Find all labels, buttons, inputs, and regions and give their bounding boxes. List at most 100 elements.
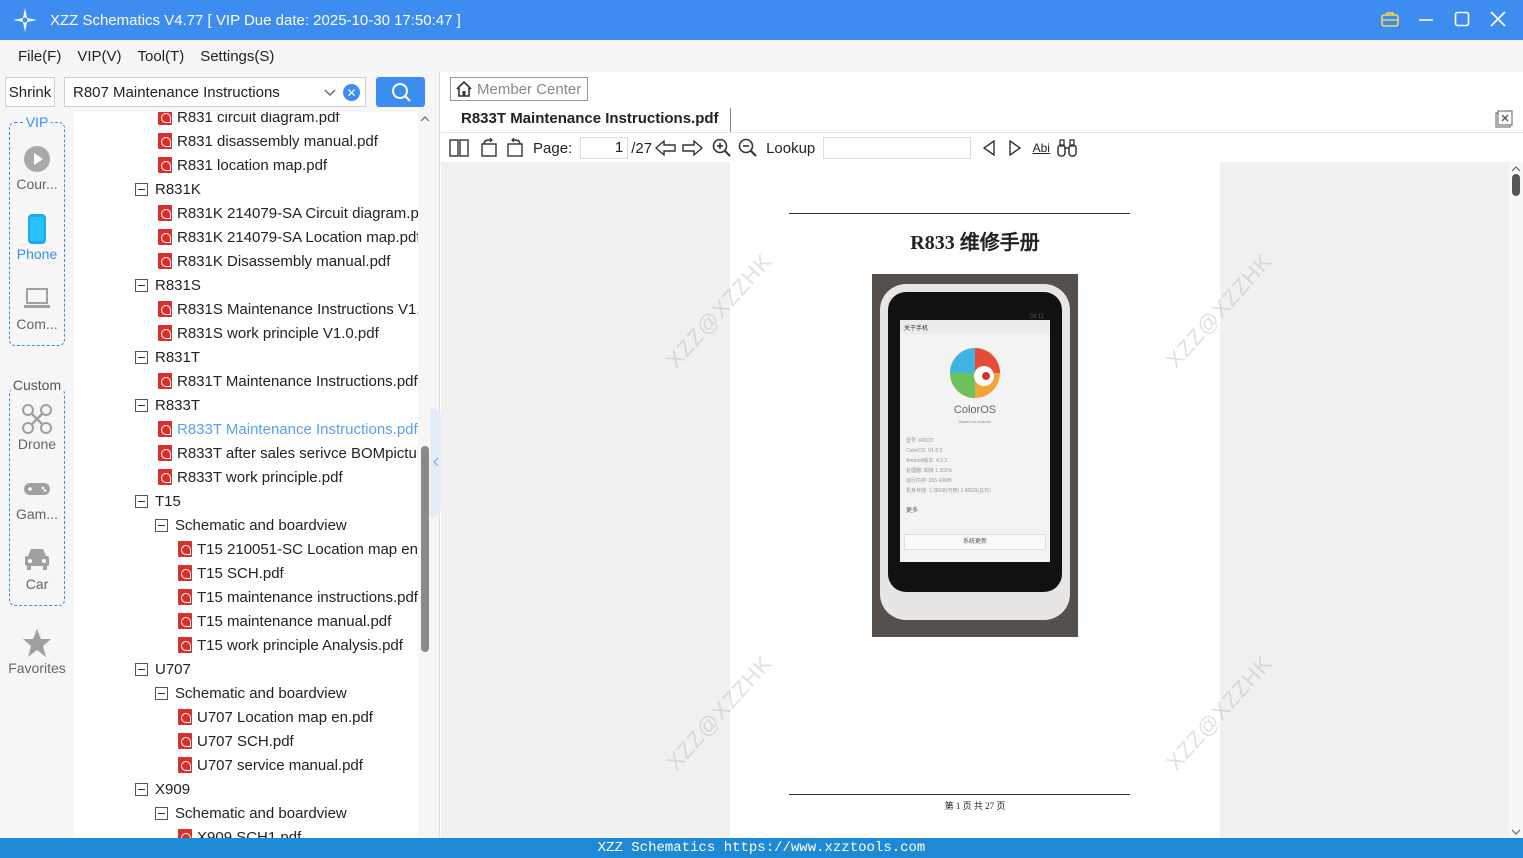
tree-folder[interactable]: R831S (135, 273, 201, 297)
tree-folder[interactable]: R831K (135, 177, 201, 201)
collapse-icon[interactable] (135, 662, 148, 676)
tree-label: T15 work principle Analysis.pdf (197, 636, 403, 654)
zoom-in-icon[interactable] (710, 136, 734, 160)
sidebar-item-game[interactable]: Gam... (0, 474, 74, 522)
screen-more: 更多 (906, 508, 919, 514)
tree-file[interactable]: R833T work principle.pdf (158, 465, 343, 489)
member-center-label: Member Center (477, 80, 582, 98)
tree-file[interactable]: T15 SCH.pdf (178, 561, 284, 585)
tree-file[interactable]: T15 maintenance manual.pdf (178, 609, 391, 633)
tree-file[interactable]: U707 SCH.pdf (178, 729, 294, 753)
pdf-file-icon (158, 205, 172, 221)
tree-file[interactable]: R831K 214079-SA Location map.pdf (158, 225, 418, 249)
pdf-file-icon (178, 637, 192, 653)
tree-folder[interactable]: R831T (135, 345, 200, 369)
tree-file[interactable]: R833T Maintenance Instructions.pdf (158, 417, 418, 441)
member-center-button[interactable]: Member Center (450, 77, 588, 101)
page-number-input[interactable]: 1 (580, 137, 629, 159)
tree-scroll-thumb[interactable] (421, 446, 429, 652)
tree-folder[interactable]: Schematic and boardview (155, 681, 347, 705)
tree-folder[interactable]: X909 (135, 777, 190, 801)
menu-settings[interactable]: Settings(S) (200, 48, 274, 65)
tree-file[interactable]: R831 circuit diagram.pdf (158, 112, 340, 129)
collapse-icon[interactable] (135, 782, 148, 796)
vip-bag-icon[interactable] (1379, 8, 1401, 30)
tree-file[interactable]: R831 disassembly manual.pdf (158, 129, 378, 153)
collapse-icon[interactable] (135, 494, 148, 508)
menu-file[interactable]: File(F) (18, 48, 61, 65)
rotate-right-icon[interactable] (503, 136, 527, 160)
pdf-viewer[interactable]: R833 维修手册 关于手机 08:11 ColorOS Based on An… (441, 162, 1523, 838)
minimize-button[interactable] (1415, 8, 1437, 30)
car-icon (25, 549, 49, 570)
clear-search-icon[interactable]: ✕ (343, 84, 360, 101)
tree-file[interactable]: R831S Maintenance Instructions V1.: (158, 297, 418, 321)
maximize-button[interactable] (1451, 8, 1473, 30)
chevron-down-icon[interactable] (323, 85, 337, 99)
tree-file[interactable]: R833T after sales serivce BOMpicture (158, 441, 418, 465)
sidebar-item-phone[interactable]: Phone (0, 214, 74, 262)
tree-file[interactable]: R831S work principle V1.0.pdf (158, 321, 379, 345)
tree-folder[interactable]: U707 (135, 657, 191, 681)
tree-label: R833T Maintenance Instructions.pdf (177, 420, 418, 438)
sidebar-item-courses[interactable]: Cour... (0, 144, 74, 192)
viewer-scroll-thumb[interactable] (1512, 174, 1520, 196)
close-tab-icon[interactable] (1495, 110, 1513, 128)
tree-label: R833T after sales serivce BOMpicture (177, 444, 418, 462)
viewer-scrollbar[interactable] (1509, 162, 1523, 838)
find-previous-icon[interactable] (977, 136, 1001, 160)
find-next-icon[interactable] (1003, 136, 1027, 160)
prev-page-arrow-icon[interactable] (654, 136, 678, 160)
tree-folder[interactable]: T15 (135, 489, 181, 513)
collapse-icon[interactable] (135, 350, 148, 364)
tree-file[interactable]: T15 maintenance instructions.pdf (178, 585, 418, 609)
tree-file[interactable]: U707 Location map en.pdf (178, 705, 373, 729)
search-input[interactable]: R807 Maintenance Instructions (73, 84, 280, 101)
search-button[interactable] (376, 77, 425, 107)
tree-file[interactable]: X909 SCH1.pdf (178, 825, 301, 838)
tree-file[interactable]: R831K 214079-SA Circuit diagram.pc (158, 201, 418, 225)
tree-file[interactable]: R831 location map.pdf (158, 153, 327, 177)
search-combobox[interactable]: R807 Maintenance Instructions ✕ (64, 77, 366, 107)
scroll-down-icon[interactable] (1511, 828, 1521, 836)
tree-folder[interactable]: Schematic and boardview (155, 513, 347, 537)
shrink-button[interactable]: Shrink (5, 77, 55, 107)
collapse-icon[interactable] (155, 686, 168, 700)
tree-label: R833T (155, 396, 201, 414)
collapse-icon[interactable] (155, 806, 168, 820)
rotate-left-icon[interactable] (477, 136, 501, 160)
collapse-icon[interactable] (135, 182, 148, 196)
page-footer: 第 1 页 共 27 页 (944, 801, 1006, 811)
collapse-icon[interactable] (135, 398, 148, 412)
binoculars-icon[interactable] (1055, 136, 1079, 160)
menu-tool[interactable]: Tool(T) (138, 48, 185, 65)
tree-scrollbar[interactable] (420, 112, 430, 838)
tree-file[interactable]: T15 work principle Analysis.pdf (178, 633, 403, 657)
tree-label: X909 (155, 780, 191, 798)
sidebar-item-car[interactable]: Car (0, 544, 74, 592)
next-page-arrow-icon[interactable] (680, 136, 704, 160)
close-button[interactable] (1487, 8, 1509, 30)
tree-file[interactable]: U707 service manual.pdf (178, 753, 363, 777)
tree-label: Schematic and boardview (175, 804, 347, 822)
document-tabs: R833T Maintenance Instructions.pdf (441, 106, 1523, 133)
zoom-out-icon[interactable] (736, 136, 760, 160)
tree-file[interactable]: R831K Disassembly manual.pdf (158, 249, 390, 273)
tree-folder[interactable]: Schematic and boardview (155, 801, 347, 825)
lookup-input[interactable] (823, 137, 972, 159)
collapse-icon[interactable] (155, 518, 168, 532)
scroll-up-icon[interactable] (1511, 164, 1521, 172)
menu-vip[interactable]: VIP(V) (77, 48, 121, 65)
tree-file[interactable]: T15 210051-SC Location map en.p (178, 537, 418, 561)
match-case-button[interactable]: Abi (1029, 136, 1053, 160)
tree-folder[interactable]: R833T (135, 393, 200, 417)
two-page-view-button[interactable] (447, 136, 471, 160)
collapse-icon[interactable] (135, 278, 148, 292)
tab-document[interactable]: R833T Maintenance Instructions.pdf (461, 110, 719, 127)
sidebar-item-favorites[interactable]: Favorites (0, 628, 74, 676)
sidebar-item-computer[interactable]: Com... (0, 284, 74, 332)
scroll-up-icon[interactable] (420, 114, 430, 124)
star-icon (23, 629, 51, 657)
tree-file[interactable]: R831T Maintenance Instructions.pdf (158, 369, 418, 393)
sidebar-item-drone[interactable]: Drone (0, 404, 74, 452)
